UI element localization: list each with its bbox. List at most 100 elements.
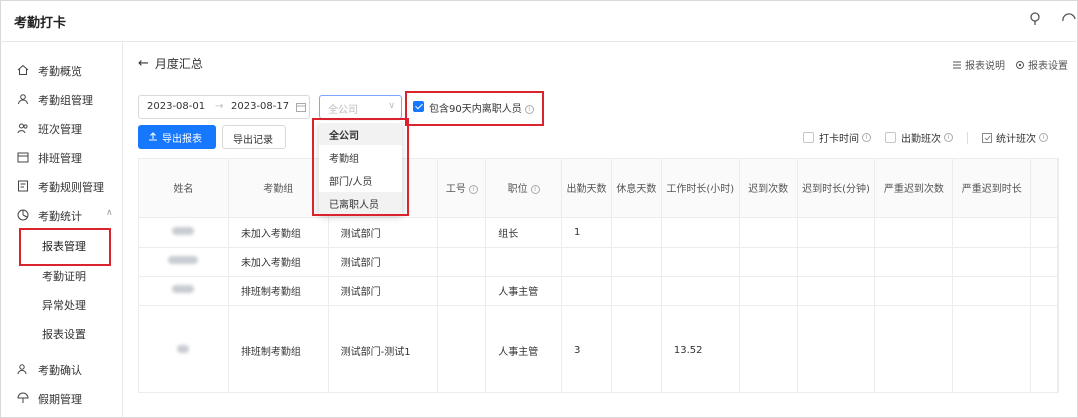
info-icon[interactable]: i [524,104,534,114]
col-header-label: 姓名 [173,184,194,196]
header-actions: 报表说明 报表设置 [952,57,1068,72]
page-header: ← 月度汇总 [138,55,203,72]
cell-late-count [739,305,798,392]
cell-position [485,247,563,277]
toggle-stat-shift[interactable]: 统计班次 i [982,130,1048,145]
cell-rest-days [611,247,662,277]
cell-more [1030,276,1058,306]
cell-id [437,247,487,277]
upload-icon [149,132,157,141]
col-header-label: 迟到时长(分钟) [802,184,870,196]
date-range-picker[interactable]: 2023-08-01 → 2023-08-17 [138,95,310,119]
info-icon[interactable]: i [530,184,540,194]
blurred-name [172,285,195,293]
col-header-severe-late-duration: 严重迟到时长 [952,159,1032,218]
sidebar-item-schedule[interactable]: 排班管理 [0,143,122,171]
report-settings-label: 报表设置 [1028,61,1068,72]
report-explain-button[interactable]: 报表说明 [952,57,1005,72]
toggle-punch-time[interactable]: 打卡时间 i [803,130,871,145]
sidebar-subitem-exception[interactable]: 异常处理 [0,291,122,317]
cell-late-minutes [797,305,876,392]
col-header-late-count: 迟到次数 [739,159,798,218]
sidebar-item-shift[interactable]: 班次管理 [0,114,122,142]
cell-severe-late-count [874,217,954,248]
report-settings-button[interactable]: 报表设置 [1015,57,1068,72]
export-record-button[interactable]: 导出记录 [222,125,286,149]
cell-severe-late-count [874,276,954,306]
cell-more [1030,305,1058,392]
cell-severe-late-count [874,305,954,392]
toggle-attendance-shift-checkbox[interactable] [885,132,896,143]
cell-id [437,305,487,392]
col-header-label: 迟到次数 [748,184,789,196]
sidebar-item-overview[interactable]: 考勤概览 [0,56,122,84]
cell-attend-days: 1 [561,217,612,248]
rules-icon [18,180,28,192]
col-header-attend-days: 出勤天数 [561,159,612,218]
dropdown-option-label: 部门/人员 [329,177,373,188]
cell-group: 未加入考勤组 [228,247,329,277]
sidebar: 考勤概览 考勤组管理 班次管理 排班管理 考勤规则管理 考勤统计 ∧ 报表管理 … [0,43,123,418]
toggle-punch-time-checkbox[interactable] [803,132,814,143]
sidebar-item-leave[interactable]: 假期管理 [0,384,122,412]
summary-table: 姓名 考勤组 部门 工号i 职位i 出勤天数 休息天数 工作时长(小时) 迟到次… [138,158,1059,393]
sidebar-item-rules[interactable]: 考勤规则管理 [0,172,122,200]
cell-rest-days [611,276,662,306]
table-row[interactable]: 排班制考勤组 测试部门 人事主管 [139,276,1058,306]
col-header-severe-late-count: 严重迟到次数 [874,159,954,218]
headset-icon[interactable] [1060,10,1078,28]
info-icon[interactable]: i [944,133,953,142]
cell-name [139,247,229,277]
sidebar-subitem-attendance-proof[interactable]: 考勤证明 [0,262,122,288]
sidebar-subitem-label: 报表设置 [42,328,86,341]
dropdown-option-label: 考勤组 [329,154,359,165]
sidebar-item-label: 班次管理 [38,123,82,136]
home-icon [17,64,29,75]
info-icon[interactable]: i [862,133,871,142]
calendar-icon [296,103,306,112]
gear-icon [1016,60,1024,69]
table-row[interactable]: 未加入考勤组 测试部门 组长 1 [139,217,1058,248]
cell-late-count [739,276,798,306]
dropdown-option-all-company[interactable]: 全公司 [319,123,402,145]
cell-severe-late-count [874,247,954,277]
cell-id [437,217,487,248]
col-header-work-hours: 工作时长(小时) [661,159,740,218]
col-header-name: 姓名 [139,159,229,218]
dropdown-option-attendance-group[interactable]: 考勤组 [319,146,402,168]
back-arrow-icon[interactable]: ← [138,56,149,71]
dropdown-option-resigned[interactable]: 已离职人员 [319,192,402,214]
sidebar-item-confirm[interactable]: 考勤确认 [0,355,122,383]
cell-more [1030,217,1058,248]
sidebar-subitem-report-settings[interactable]: 报表设置 [0,320,122,346]
app-title: 考勤打卡 [14,16,67,31]
info-icon[interactable]: i [468,184,478,194]
info-icon[interactable]: i [1039,133,1048,142]
location-icon[interactable] [1026,10,1044,28]
col-header-more [1030,159,1058,218]
export-report-button[interactable]: 导出报表 [138,125,216,149]
sidebar-item-group[interactable]: 考勤组管理 [0,85,122,113]
sidebar-item-label: 假期管理 [38,393,82,406]
col-header-label: 职位 [507,184,528,196]
top-icons [1026,10,1078,28]
sidebar-subitem-report-manage[interactable]: 报表管理 [0,232,122,258]
include-resigned-checkbox[interactable] [413,101,424,112]
chevron-up-icon: ∧ [106,208,113,218]
calendar-icon [17,152,29,163]
sidebar-item-statistics[interactable]: 考勤统计 ∧ [0,201,122,229]
include-resigned-text: 包含90天内离职人员 [429,104,522,115]
cell-severe-late-duration [952,305,1032,392]
toggle-attendance-shift[interactable]: 出勤班次 i [885,130,953,145]
cell-attend-days [561,276,612,306]
table-row[interactable]: 未加入考勤组 测试部门 [139,247,1058,277]
dropdown-option-dept-person[interactable]: 部门/人员 [319,169,402,191]
cell-name [139,276,229,306]
dropdown-option-label: 全公司 [329,131,359,142]
col-header-label: 严重迟到时长 [961,184,1022,196]
date-start: 2023-08-01 [147,101,206,112]
company-select[interactable]: 全公司 ∨ [319,95,402,119]
sidebar-item-label: 排班管理 [38,152,82,165]
col-header-label: 出勤天数 [566,184,607,196]
table-row[interactable]: 排班制考勤组 测试部门-测试1 人事主管 3 13.52 [139,305,1058,392]
